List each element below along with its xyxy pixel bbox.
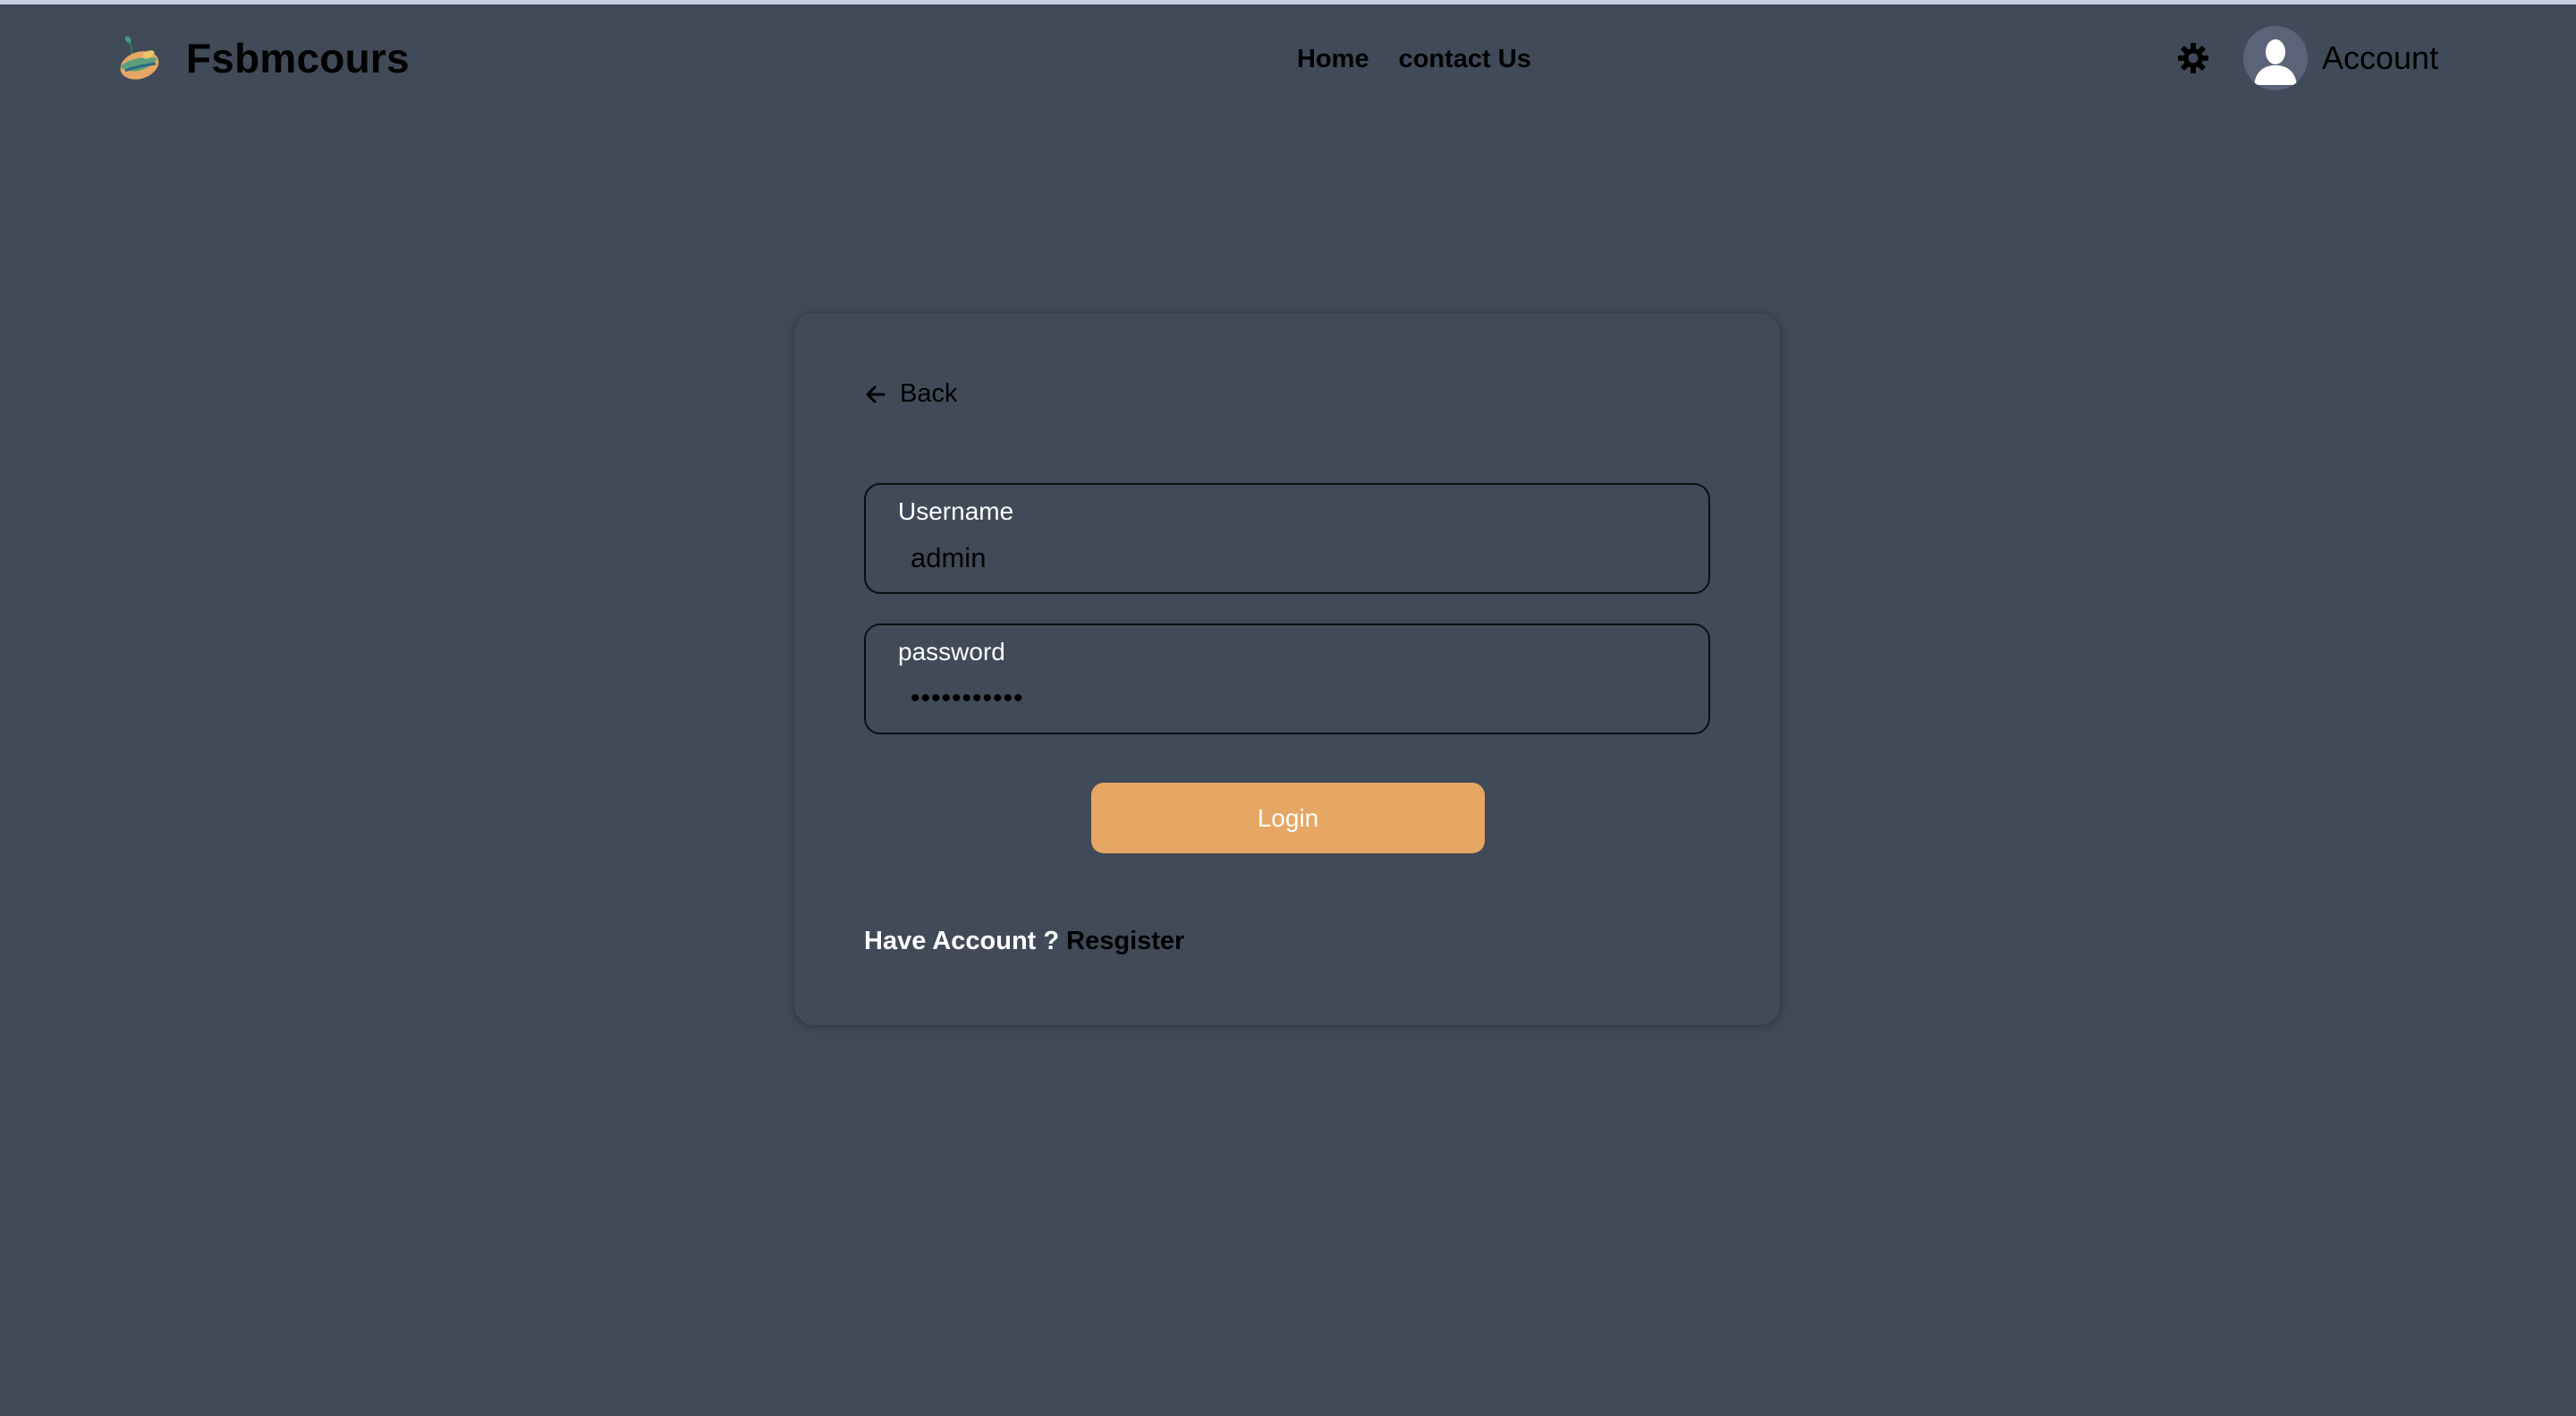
account-label: Account (2322, 39, 2439, 76)
account-menu[interactable]: Account (2243, 25, 2438, 91)
login-card: Back Username password Login Have Accoun… (794, 313, 1780, 1025)
nav-item-home[interactable]: Home (1297, 45, 1369, 74)
main-nav: Home contact Us (1297, 39, 1531, 79)
login-button[interactable]: Login (1091, 783, 1485, 853)
brand[interactable]: Fsbmcours (113, 29, 410, 88)
top-accent-strip (0, 0, 2576, 4)
arrow-left-icon (866, 386, 886, 403)
username-input[interactable] (911, 537, 1680, 580)
fruit-logo-icon (120, 36, 159, 80)
password-input[interactable] (911, 677, 1680, 720)
brand-name: Fsbmcours (186, 35, 410, 81)
user-avatar-icon (2243, 26, 2308, 90)
username-field: Username (864, 483, 1710, 594)
back-label: Back (900, 379, 958, 408)
nav-item-contact-us[interactable]: contact Us (1399, 45, 1531, 74)
have-account-text: Have Account ? (864, 927, 1060, 955)
register-link[interactable]: Resgister (1066, 927, 1184, 955)
gear-sun-icon[interactable] (2176, 41, 2210, 75)
register-prompt: Have Account ? Resgister (864, 927, 1184, 956)
password-field: password (864, 623, 1710, 734)
back-button[interactable]: Back (864, 379, 957, 409)
password-label: password (898, 638, 1005, 666)
username-label: Username (898, 497, 1014, 525)
